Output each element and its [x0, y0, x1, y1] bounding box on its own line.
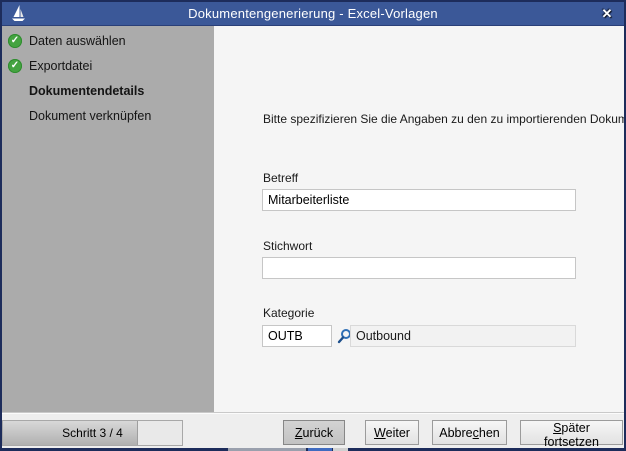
- betreff-label: Betreff: [263, 171, 298, 185]
- step-item-dokumentendetails: Dokumentendetails: [2, 78, 214, 103]
- wizard-steps-sidebar: ✓ Daten auswählen ✓ Exportdatei Dokument…: [2, 26, 214, 413]
- spaeter-fortsetzen-button[interactable]: Später fortsetzen: [520, 420, 623, 445]
- step-progress-label: Schritt 3 / 4: [3, 421, 182, 445]
- step-label: Daten auswählen: [29, 34, 126, 48]
- zurueck-button[interactable]: Zurück: [283, 420, 345, 445]
- button-bar: Schritt 3 / 4 Zurück Weiter Abbrechen Sp…: [2, 413, 624, 448]
- step-label: Dokumentendetails: [29, 84, 144, 98]
- abbrechen-button[interactable]: Abbrechen: [432, 420, 507, 445]
- step-item-daten-auswaehlen: ✓ Daten auswählen: [2, 28, 214, 53]
- step-progress: Schritt 3 / 4: [2, 420, 183, 446]
- dialog-window: Dokumentengenerierung - Excel-Vorlagen ✕…: [0, 0, 626, 451]
- step-item-exportdatei: ✓ Exportdatei: [2, 53, 214, 78]
- kategorie-name-field: [350, 325, 576, 347]
- step-label: Exportdatei: [29, 59, 92, 73]
- main-panel: Bitte spezifizieren Sie die Angaben zu d…: [214, 26, 624, 413]
- step-item-dokument-verknuepfen: Dokument verknüpfen: [2, 103, 214, 128]
- stichwort-input[interactable]: [262, 257, 576, 279]
- step-label: Dokument verknüpfen: [29, 109, 151, 123]
- weiter-button[interactable]: Weiter: [365, 420, 419, 445]
- check-icon: ✓: [8, 34, 22, 48]
- close-icon: ✕: [602, 6, 613, 21]
- instruction-text: Bitte spezifizieren Sie die Angaben zu d…: [263, 112, 624, 126]
- kategorie-label: Kategorie: [263, 306, 314, 320]
- kategorie-code-input[interactable]: [262, 325, 332, 347]
- window-title: Dokumentengenerierung - Excel-Vorlagen: [2, 2, 624, 25]
- check-icon: ✓: [8, 59, 22, 73]
- betreff-input[interactable]: [262, 189, 576, 211]
- close-button[interactable]: ✕: [598, 2, 616, 25]
- stichwort-label: Stichwort: [263, 239, 312, 253]
- title-bar: Dokumentengenerierung - Excel-Vorlagen ✕: [2, 2, 624, 26]
